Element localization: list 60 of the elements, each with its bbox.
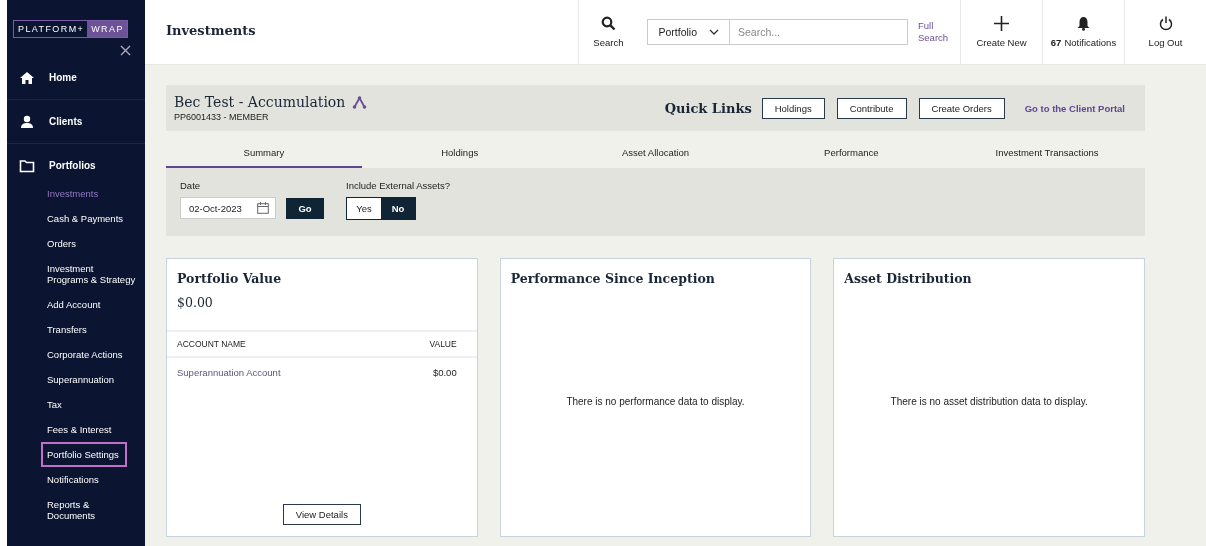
client-portal-link[interactable]: Go to the Client Portal — [1024, 102, 1125, 114]
account-code: PP6001433 - MEMBER — [174, 112, 270, 122]
close-icon[interactable] — [120, 45, 131, 56]
nav-subitem[interactable]: Add Account — [41, 292, 109, 317]
quick-link-button[interactable]: Create Orders — [918, 97, 1005, 119]
empty-message: There is no performance data to display. — [566, 395, 745, 407]
search-field[interactable]: Search... — [730, 19, 908, 45]
empty-message: There is no asset distribution data to display. — [890, 395, 1088, 407]
view-details-button[interactable]: View Details — [282, 504, 361, 525]
home-icon — [19, 70, 35, 85]
card-title: Performance Since Inception — [510, 271, 716, 286]
nav-subitem[interactable]: Cash & Payments — [41, 206, 132, 231]
card-title: Portfolio Value — [177, 271, 283, 286]
nav-subitem[interactable]: Notifications — [41, 467, 107, 492]
nav-subitem[interactable]: Portfolio Settings — [41, 442, 127, 467]
log-out-button[interactable]: Log Out — [1124, 0, 1206, 64]
nav-subitem[interactable]: Orders — [41, 231, 85, 256]
portfolio-total: $0.00 — [177, 295, 214, 310]
hierarchy-icon — [352, 95, 368, 109]
notifications-button[interactable]: 67 Notifications — [1042, 0, 1124, 64]
quick-link-button[interactable]: Contribute — [836, 97, 907, 119]
quick-link-button[interactable]: Holdings — [761, 97, 825, 119]
date-field[interactable]: 02-Oct-2023 — [180, 197, 276, 219]
table-cell: $0.00 — [432, 366, 457, 378]
account-link[interactable]: Superannuation Account — [177, 366, 281, 378]
plus-icon — [994, 16, 1009, 31]
tab[interactable]: Performance — [753, 140, 950, 168]
bell-icon — [1077, 16, 1090, 31]
nav-subitem[interactable]: Corporate Actions — [41, 342, 131, 367]
power-icon — [1158, 16, 1173, 31]
create-new-button[interactable]: Create New — [960, 0, 1042, 64]
quick-links-title: Quick Links — [664, 100, 752, 116]
brand-logo: PLATFORM+ WRAP — [13, 20, 128, 38]
nav-subitem[interactable]: Investment Programs & Strategy — [41, 256, 145, 292]
date-label: Date — [180, 180, 202, 191]
nav-subitem[interactable]: Fees & Interest — [41, 417, 120, 442]
column-header: ACCOUNT NAME — [177, 339, 246, 349]
folder-icon — [19, 158, 35, 173]
calendar-icon — [257, 202, 269, 214]
nav-subitem[interactable]: Tax — [41, 392, 70, 417]
column-header: VALUE — [429, 339, 457, 349]
card-title: Asset Distribution — [844, 271, 973, 286]
toggle-option[interactable]: No — [381, 198, 415, 219]
scope-dropdown[interactable]: Portfolio — [647, 19, 730, 45]
nav-subitem[interactable]: Reports & Documents — [41, 492, 145, 528]
tab[interactable]: Asset Allocation — [557, 140, 754, 168]
search-button[interactable]: Search — [578, 0, 638, 64]
chevron-down-icon — [709, 29, 719, 35]
nav-subitem[interactable]: Transfers — [41, 317, 95, 342]
tab[interactable]: Holdings — [361, 140, 558, 168]
nav-subitem[interactable]: Superannuation — [41, 367, 123, 392]
search-icon — [600, 16, 616, 31]
tab[interactable]: Investment Transactions — [949, 140, 1145, 168]
full-search-link[interactable]: Full Search — [918, 20, 948, 44]
client-name: Bec Test - Accumulation — [174, 94, 346, 110]
external-assets-label: Include External Assets? — [346, 180, 451, 191]
page-title: Investments — [166, 22, 256, 38]
person-icon — [19, 114, 35, 129]
toggle-option[interactable]: Yes — [347, 198, 381, 219]
go-button[interactable]: Go — [286, 197, 324, 219]
